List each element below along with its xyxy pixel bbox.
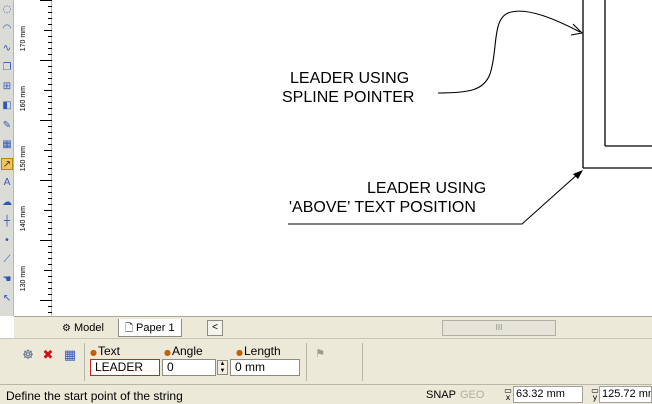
select-tool[interactable]: ↖ [1, 293, 13, 305]
pencil-tool[interactable]: ✎ [1, 120, 13, 132]
x-coordinate-field[interactable]: 63.32 mm [513, 386, 583, 403]
separator [306, 343, 307, 381]
lock-dot-icon: ● [164, 348, 171, 357]
tool-palette: ◌ ◠ ∿ ❐ ⊞ ◧ ✎ ▦ ↗ A ☁ ┼ • ⟋ ☚ ↖ [0, 0, 14, 316]
snap-toggle[interactable]: SNAP [426, 389, 456, 401]
model-icon: ⚙ [62, 323, 71, 334]
note-above-line2: 'ABOVE' TEXT POSITION [289, 199, 476, 216]
tab-paper-1[interactable]: 🗋 Paper 1 [118, 319, 182, 337]
length-input[interactable]: 0 mm [230, 359, 300, 376]
ruler-label-160: 160 mm [20, 86, 27, 112]
angle-label: ●Angle [164, 344, 203, 358]
drawing-canvas[interactable]: LEADER USING SPLINE POINTER LEADER USING… [52, 0, 652, 316]
shape-tool[interactable]: ◧ [1, 100, 13, 112]
text-tool[interactable]: A [1, 177, 13, 189]
scroll-left-button[interactable]: < [207, 320, 223, 336]
spline-tool[interactable]: ∿ [1, 43, 13, 55]
note-spline-line2: SPLINE POINTER [282, 89, 415, 106]
dimension-tool[interactable]: ┼ [1, 216, 13, 228]
paper-icon: 🗋 [125, 323, 134, 334]
lock-dot-icon: ● [236, 348, 243, 357]
y-coordinate-icon: ▭ y [591, 386, 599, 402]
measure-tool[interactable]: ⟋ [1, 254, 13, 266]
y-coordinate-field[interactable]: 125.72 mm [599, 386, 652, 403]
viewport-tool[interactable]: ⊞ [1, 81, 13, 93]
options-icon[interactable]: ▦ [62, 348, 78, 364]
arc-tool[interactable]: ◠ [1, 23, 13, 35]
finish-icon[interactable]: ☸ [20, 348, 36, 364]
cancel-icon[interactable]: ✖ [40, 348, 56, 364]
flag-icon[interactable]: ⚑ [312, 346, 328, 362]
pan-tool[interactable]: ☚ [1, 274, 13, 286]
text-input[interactable]: LEADER [90, 359, 160, 376]
cloud-tool[interactable]: ☁ [1, 197, 13, 209]
vertical-ruler: 170 mm 160 mm 150 mm 140 mm 130 mm [14, 0, 52, 316]
spline-leader-arrowhead [570, 23, 584, 36]
ruler-label-170: 170 mm [20, 26, 27, 52]
spline-leader-line [437, 10, 581, 94]
geo-toggle[interactable]: GEO [460, 389, 484, 401]
horizontal-scrollbar-thumb[interactable]: III [442, 320, 556, 336]
lock-dot-icon: ● [90, 348, 97, 357]
leader-tool[interactable]: ↗ [1, 158, 13, 170]
layout-tab-bar: ⚙ Model 🗋 Paper 1 < III [14, 316, 652, 338]
tab-model-label: Model [73, 322, 104, 334]
command-prompt: Define the start point of the string [6, 389, 183, 403]
x-coordinate-icon: ▭ x [504, 386, 512, 402]
note-above-line1: LEADER USING [367, 180, 487, 197]
ruler-label-140: 140 mm [20, 206, 27, 232]
property-bar: ☸ ✖ ▦ ●Text LEADER ●Angle 0 ▲ ▼ ●Length 0… [0, 338, 652, 384]
drawing-geometry [288, 0, 652, 225]
angle-input[interactable]: 0 [162, 359, 216, 376]
hatch-tool[interactable]: ▦ [1, 139, 13, 151]
separator [84, 343, 85, 381]
note-spline-line1: LEADER USING [290, 70, 410, 87]
symbol-tool[interactable]: ❐ [1, 62, 13, 74]
angle-spinner[interactable]: ▲ ▼ [217, 360, 228, 375]
node-tool[interactable]: • [1, 235, 13, 247]
ruler-label-150: 150 mm [20, 146, 27, 172]
tab-model[interactable]: ⚙ Model [56, 319, 110, 337]
separator [362, 343, 363, 381]
tab-paper-1-label: Paper 1 [136, 322, 175, 334]
status-bar: Define the start point of the string SNA… [0, 384, 652, 404]
circle-tool[interactable]: ◌ [1, 4, 13, 16]
text-label: ●Text [90, 344, 120, 358]
length-label: ●Length [236, 344, 281, 358]
ruler-label-130: 130 mm [20, 266, 27, 292]
